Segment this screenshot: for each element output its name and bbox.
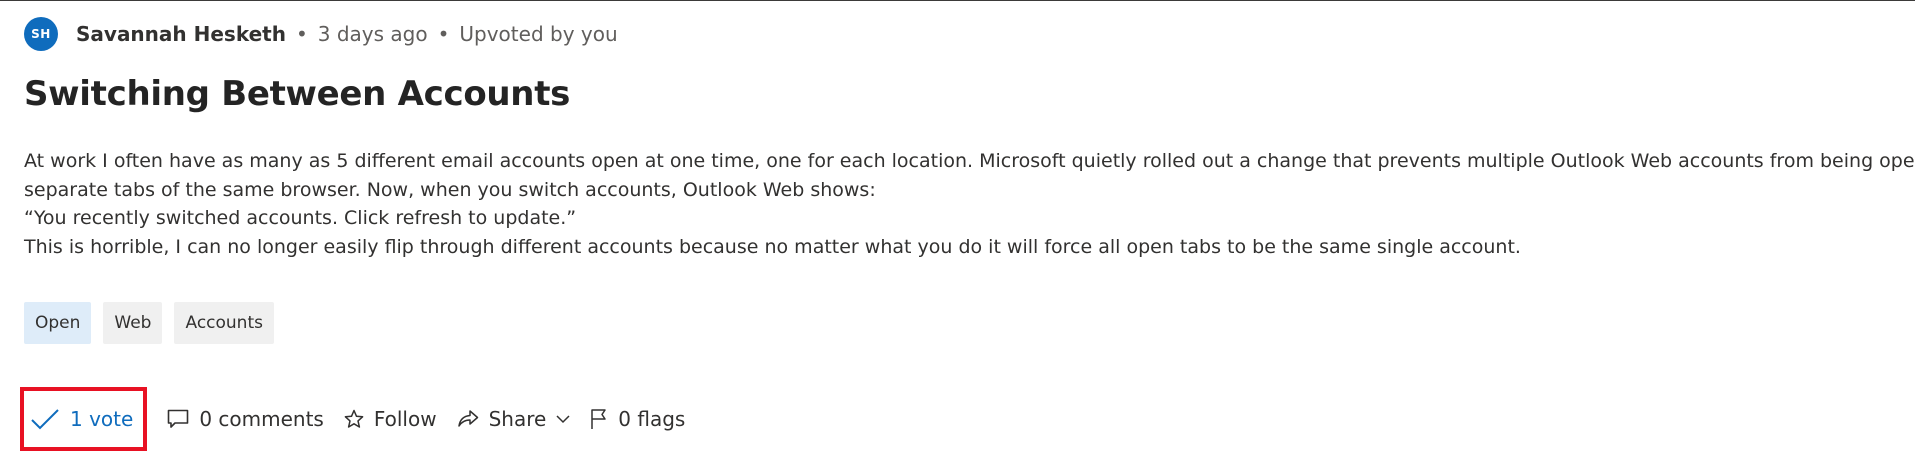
action-bar: 1 vote 0 comments Follow Share 0 flags: [20, 387, 685, 451]
avatar[interactable]: SH: [24, 17, 58, 51]
author-name[interactable]: Savannah Hesketh: [76, 22, 286, 46]
share-button[interactable]: Share: [457, 407, 571, 431]
vote-button[interactable]: 1 vote: [20, 387, 148, 451]
chevron-down-icon[interactable]: [556, 414, 570, 424]
checkmark-icon: [30, 408, 60, 430]
separator-dot: •: [295, 22, 308, 46]
tag-list: Open Web Accounts: [24, 302, 286, 344]
body-line: This is horrible, I can no longer easily…: [24, 235, 1521, 258]
avatar-initials: SH: [31, 27, 51, 41]
posted-time: 3 days ago: [317, 22, 428, 46]
follow-button[interactable]: Follow: [344, 407, 437, 431]
post-body: At work I often have as many as 5 differ…: [24, 147, 1915, 261]
share-icon: [457, 409, 479, 429]
tag-open[interactable]: Open: [24, 302, 92, 344]
comments-button[interactable]: 0 comments: [167, 407, 324, 431]
post-title: Switching Between Accounts: [24, 74, 571, 114]
comments-label: 0 comments: [199, 407, 324, 431]
tag-web[interactable]: Web: [103, 302, 163, 344]
comment-icon: [167, 409, 189, 429]
top-divider: [0, 0, 1915, 1]
post-meta: SH Savannah Hesketh • 3 days ago • Upvot…: [24, 17, 618, 51]
follow-label: Follow: [373, 407, 437, 431]
vote-count: 1 vote: [70, 407, 134, 431]
share-label: Share: [488, 407, 547, 431]
flags-button[interactable]: 0 flags: [590, 407, 685, 431]
separator-dot: •: [437, 22, 450, 46]
body-line: At work I often have as many as 5 differ…: [24, 150, 1915, 172]
flags-label: 0 flags: [618, 407, 686, 431]
tag-accounts[interactable]: Accounts: [174, 302, 274, 344]
vote-status: Upvoted by you: [459, 22, 618, 46]
body-line: “You recently switched accounts. Click r…: [24, 207, 577, 229]
star-icon: [344, 409, 364, 429]
body-line: separate tabs of the same browser. Now, …: [24, 178, 876, 201]
flag-icon: [590, 408, 608, 430]
